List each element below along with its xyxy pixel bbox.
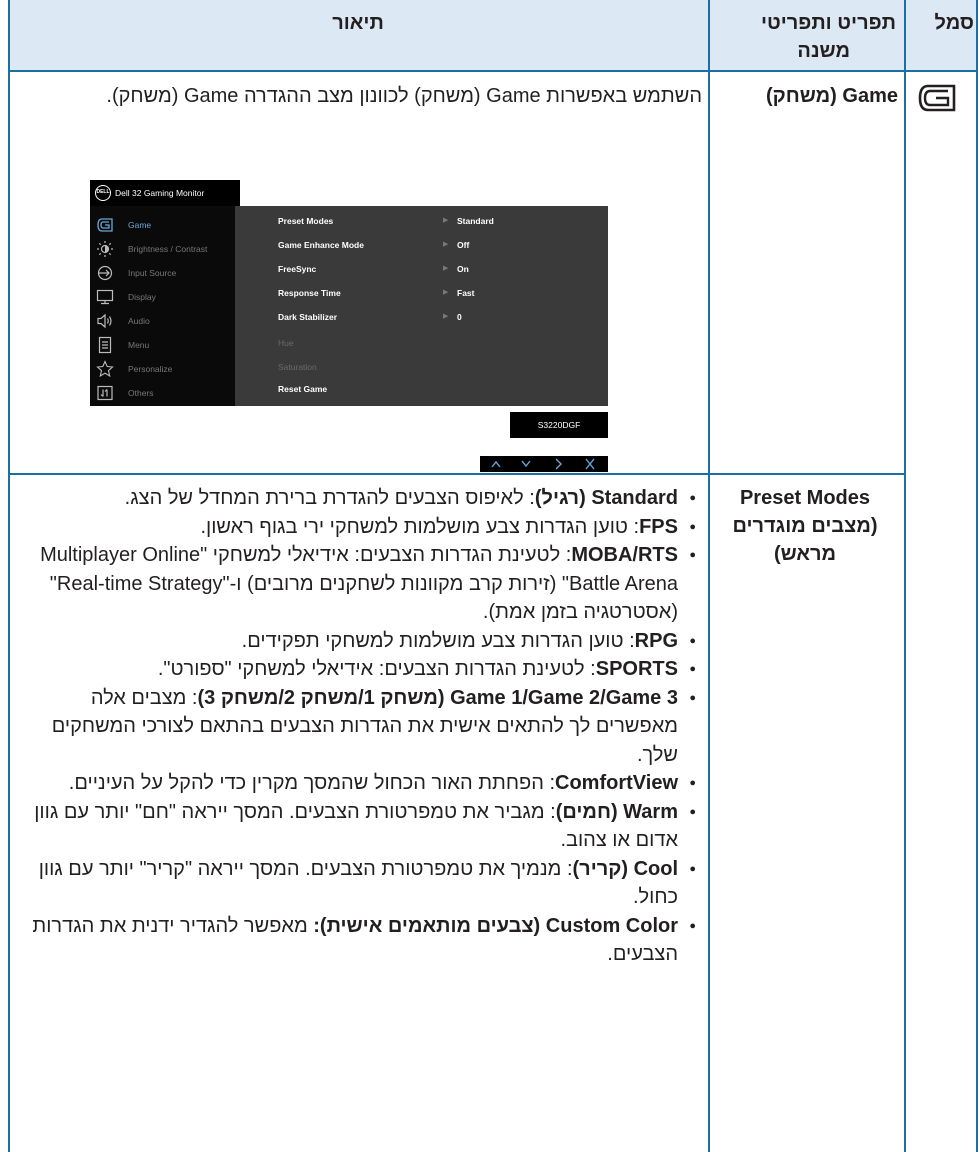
border-col: [708, 0, 710, 1152]
game-icon: [96, 216, 114, 234]
feature-preset-modes: Preset Modes (מצבים מוגדרים מראש): [732, 487, 878, 565]
list-item: Cool (קריר): מנמיך את טמפרטורת הצבעים. ה…: [10, 855, 696, 912]
chevron-right-icon: ▶: [443, 289, 449, 296]
list-item: SPORTS: לטעינת הגדרות הצבעים: אידיאלי למ…: [10, 655, 696, 684]
preset-modes-list: Standard (רגיל): לאיפוס הצבעים להגדרת בר…: [10, 484, 696, 969]
list-item: FPS: טוען הגדרות צבע מושלמות למשחקי ירי …: [10, 513, 696, 542]
osd-value-game-enhance: Off: [457, 240, 470, 250]
star-icon: [96, 360, 114, 378]
osd-menu-audio[interactable]: Audio: [90, 310, 235, 334]
osd-menu-display[interactable]: Display: [90, 286, 235, 310]
osd-setting-preset-modes[interactable]: Preset Modes: [278, 214, 333, 228]
chevron-right-icon: ▶: [443, 313, 449, 320]
display-icon: [96, 288, 114, 306]
osd-setting-game-enhance[interactable]: Game Enhance Mode: [278, 238, 364, 252]
osd-setting-freesync[interactable]: FreeSync: [278, 262, 316, 276]
header-divider: [8, 70, 978, 72]
osd-value-response-time: Fast: [457, 288, 475, 298]
header-feature-line2: משנה: [797, 40, 850, 62]
osd-down-button[interactable]: [516, 456, 536, 472]
input-source-icon: [96, 264, 114, 282]
osd-nav-bar: [480, 456, 608, 472]
osd-menu-menu[interactable]: Menu: [90, 334, 235, 358]
osd-menu-input-source[interactable]: Input Source: [90, 262, 235, 286]
chevron-right-icon: ▶: [443, 217, 449, 224]
list-item: Game 1/Game 2/Game 3 (משחק 1/משחק 2/משחק…: [10, 684, 696, 770]
osd-right-button[interactable]: [548, 456, 568, 472]
list-item: RPG: טוען הגדרות צבע מושלמות למשחקי תפקי…: [10, 627, 696, 656]
osd-close-button[interactable]: [580, 456, 600, 472]
game-description: השתמש באפשרות Game (משחק) לכוונון מצב הה…: [106, 85, 702, 107]
chevron-right-icon: ▶: [443, 241, 449, 248]
border-right: [976, 0, 978, 1152]
osd-menu-others[interactable]: Others: [90, 382, 235, 406]
list-item: ComfortView: הפחתת האור הכחול שהמסך מקרי…: [10, 769, 696, 798]
brightness-icon: [96, 240, 114, 258]
osd-setting-saturation: Saturation: [278, 362, 317, 372]
osd-value-preset-modes: Standard: [457, 216, 494, 226]
list-item: MOBA/RTS: לטעינת הגדרות הצבעים: אידיאלי …: [10, 541, 696, 627]
list-item: Custom Color (צבעים מותאמים אישית): מאפש…: [10, 912, 696, 969]
game-icon: [918, 84, 956, 112]
osd-setting-response-time[interactable]: Response Time: [278, 286, 341, 300]
osd-setting-reset-game[interactable]: Reset Game: [278, 382, 327, 396]
header-feature-line1: תפריט ותפריטי: [760, 12, 896, 34]
osd-up-button[interactable]: [486, 456, 506, 472]
header-description: תיאור: [332, 12, 384, 34]
feature-game: Game (משחק): [766, 85, 898, 107]
osd-model-label: S3220DGF: [510, 412, 608, 438]
osd-menu-brightness[interactable]: Brightness / Contrast: [90, 238, 235, 262]
list-item: Warm (חמים): מגביר את טמפרטורת הצבעים. ה…: [10, 798, 696, 855]
osd-title: Dell 32 Gaming Monitor: [115, 188, 205, 198]
header-symbol: סמל: [934, 12, 974, 34]
list-item: Standard (רגיל): לאיפוס הצבעים להגדרת בר…: [10, 484, 696, 513]
osd-value-dark-stabilizer: 0: [457, 312, 462, 322]
row-divider: [8, 473, 906, 475]
menu-icon: [96, 336, 114, 354]
osd-setting-hue: Hue: [278, 338, 294, 348]
osd-menu-personalize[interactable]: Personalize: [90, 358, 235, 382]
osd-menu-game[interactable]: Game: [90, 214, 235, 238]
audio-icon: [96, 312, 114, 330]
osd-screenshot: DELL Dell 32 Gaming Monitor Game Brightn…: [90, 180, 608, 472]
osd-sidebar: Game Brightness / Contrast Input Source …: [90, 206, 235, 406]
chevron-right-icon: ▶: [443, 265, 449, 272]
osd-setting-dark-stabilizer[interactable]: Dark Stabilizer: [278, 310, 337, 324]
osd-panel: Game Brightness / Contrast Input Source …: [90, 206, 608, 406]
dell-logo-icon: DELL: [95, 185, 111, 201]
others-icon: [96, 384, 114, 402]
border-col: [904, 0, 906, 1152]
osd-value-freesync: On: [457, 264, 469, 274]
